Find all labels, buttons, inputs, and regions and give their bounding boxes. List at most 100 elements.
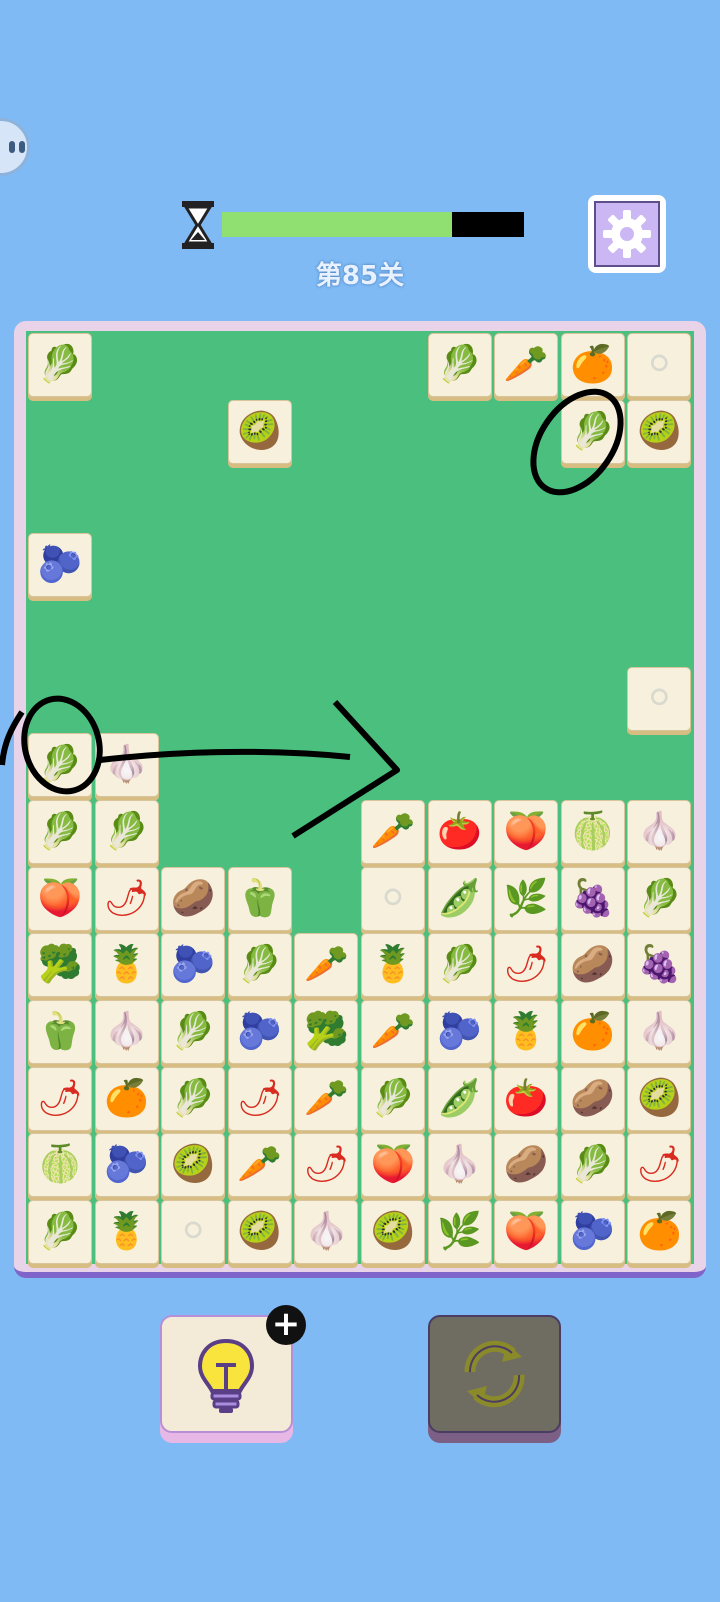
tile-garlic[interactable]: 🧄	[627, 1000, 692, 1064]
tile-scallion[interactable]: 🌿	[427, 1200, 492, 1265]
tile-radish[interactable]: ⚪	[627, 666, 692, 731]
tile-kiwi[interactable]: 🥝	[227, 1200, 292, 1265]
tile-cabbage[interactable]: 🥬	[28, 733, 92, 798]
tile-garlic[interactable]: 🧄	[627, 799, 692, 864]
tile-pepper[interactable]: 🌶	[94, 866, 159, 931]
tile-kiwi[interactable]: 🥝	[361, 1200, 425, 1265]
tile-carrot[interactable]: 🥕	[294, 1066, 359, 1131]
tile-bellpepper[interactable]: 🫑	[227, 866, 292, 931]
kiwi-icon: 🥝	[237, 1211, 283, 1253]
orange-icon: 🍊	[570, 1011, 616, 1052]
tile-broccoli[interactable]: 🥦	[294, 1000, 359, 1064]
tile-tomato[interactable]: 🍅	[427, 799, 492, 864]
tile-pepper[interactable]: 🌶	[294, 1133, 359, 1198]
tile-carrot[interactable]: 🥕	[294, 933, 359, 998]
tile-pineapple[interactable]: 🍍	[94, 933, 159, 998]
tile-peach[interactable]: 🍑	[28, 866, 92, 931]
tile-kiwi[interactable]: 🥝	[161, 1133, 226, 1198]
tile-cabbage[interactable]: 🥬	[427, 933, 492, 998]
tile-potato[interactable]: 🥔	[560, 1066, 625, 1131]
tile-kiwi[interactable]: 🥝	[627, 399, 692, 464]
tile-garlic[interactable]: 🧄	[94, 1000, 159, 1064]
tile-scallion[interactable]: 🌿	[494, 866, 559, 931]
tile-pepper[interactable]: 🌶	[627, 1133, 692, 1198]
peas-icon: 🫛	[437, 877, 482, 919]
tile-carrot[interactable]: 🥕	[494, 333, 559, 397]
tile-carrot[interactable]: 🥕	[361, 799, 425, 864]
tile-dragonfruit[interactable]: 🍈	[560, 799, 625, 864]
dragonfruit-icon: 🍈	[570, 810, 616, 852]
tile-peas[interactable]: 🫛	[427, 1066, 492, 1131]
tile-peach[interactable]: 🍑	[361, 1133, 425, 1198]
tile-orange[interactable]: 🍊	[560, 1000, 625, 1064]
tile-spinach[interactable]: 🥬	[28, 799, 92, 864]
tile-kiwi[interactable]: 🥝	[227, 399, 292, 464]
tile-broccoli[interactable]: 🥦	[28, 933, 92, 998]
spinach-icon: 🥬	[104, 810, 149, 852]
tile-pepper[interactable]: 🌶	[494, 933, 559, 998]
tile-pineapple[interactable]: 🍍	[494, 1000, 559, 1064]
kiwi-icon: 🥝	[636, 410, 682, 452]
timer-fill	[222, 212, 452, 237]
tile-peach[interactable]: 🍑	[494, 1200, 559, 1265]
tile-garlic[interactable]: 🧄	[427, 1133, 492, 1198]
tile-potato[interactable]: 🥔	[560, 933, 625, 998]
shuffle-button[interactable]	[428, 1315, 561, 1433]
tile-blueberry[interactable]: 🫐	[94, 1133, 159, 1198]
tile-cabbage[interactable]: 🥬	[161, 1066, 226, 1131]
spinach-icon: 🥬	[37, 810, 83, 852]
tile-pepper[interactable]: 🌶	[28, 1066, 92, 1131]
tile-cabbage[interactable]: 🥬	[361, 1066, 425, 1131]
settings-button[interactable]	[588, 195, 666, 273]
tile-tomato[interactable]: 🍅	[494, 1066, 559, 1131]
tile-spinach[interactable]: 🥬	[94, 799, 159, 864]
pepper-icon: 🌶	[503, 944, 550, 986]
tile-potato[interactable]: 🥔	[161, 866, 226, 931]
tile-carrot[interactable]: 🥕	[227, 1133, 292, 1198]
tile-orange[interactable]: 🍊	[94, 1066, 159, 1131]
add-hint-badge[interactable]: +	[266, 1305, 306, 1345]
scallion-icon: 🌿	[437, 1211, 482, 1253]
tile-pineapple[interactable]: 🍍	[361, 933, 425, 998]
blueberry-icon: 🫐	[170, 944, 216, 986]
tile-cabbage[interactable]: 🥬	[560, 399, 625, 464]
tile-blueberry[interactable]: 🫐	[560, 1200, 625, 1265]
tile-spinach[interactable]: 🥬	[161, 1000, 226, 1064]
cabbage-icon: 🥬	[170, 1077, 216, 1119]
tile-radish[interactable]: ⚪	[361, 866, 425, 931]
tile-blueberry[interactable]: 🫐	[161, 933, 226, 998]
tile-spinach[interactable]: 🥬	[227, 933, 292, 998]
tile-cabbage[interactable]: 🥬	[560, 1133, 625, 1198]
potato-icon: 🥔	[503, 1144, 549, 1186]
tile-potato[interactable]: 🥔	[494, 1133, 559, 1198]
tile-orange[interactable]: 🍊	[560, 333, 625, 397]
tile-radish[interactable]: ⚪	[161, 1200, 226, 1265]
tile-orange[interactable]: 🍊	[627, 1200, 692, 1265]
tile-dragonfruit[interactable]: 🍈	[28, 1133, 92, 1198]
tile-bellpepper[interactable]: 🫑	[28, 1000, 92, 1064]
tile-garlic[interactable]: 🧄	[94, 733, 159, 798]
tile-garlic[interactable]: 🧄	[294, 1200, 359, 1265]
tile-kiwi[interactable]: 🥝	[627, 1066, 692, 1131]
tile-spinach[interactable]: 🥬	[427, 333, 492, 397]
tile-grapes[interactable]: 🍇	[560, 866, 625, 931]
carrot-icon: 🥕	[370, 1011, 416, 1052]
tile-pineapple[interactable]: 🍍	[94, 1200, 159, 1265]
tile-blueberry[interactable]: 🫐	[427, 1000, 492, 1064]
tile-blueberry[interactable]: 🫐	[227, 1000, 292, 1064]
tile-radish[interactable]: ⚪	[627, 333, 692, 397]
tile-spinach[interactable]: 🥬	[28, 333, 92, 397]
tile-peas[interactable]: 🫛	[427, 866, 492, 931]
timer-bar	[222, 212, 524, 237]
tile-pepper[interactable]: 🌶	[227, 1066, 292, 1131]
tile-cabbage[interactable]: 🥬	[627, 866, 692, 931]
robot-eye	[9, 141, 15, 153]
tile-cabbage[interactable]: 🥬	[28, 1200, 92, 1265]
spinach-icon: 🥬	[170, 1011, 216, 1052]
tile-peach[interactable]: 🍑	[494, 799, 559, 864]
side-robot-button[interactable]	[0, 118, 30, 176]
garlic-icon: 🧄	[437, 1144, 482, 1186]
tile-carrot[interactable]: 🥕	[361, 1000, 425, 1064]
tile-blueberry[interactable]: 🫐	[28, 533, 92, 598]
tile-grapes[interactable]: 🍇	[627, 933, 692, 998]
